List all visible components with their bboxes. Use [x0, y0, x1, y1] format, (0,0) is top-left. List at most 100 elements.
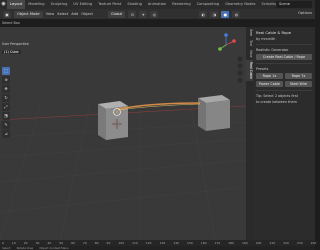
preset-power-cable-button[interactable]: Power Cable — [256, 81, 283, 87]
frame-label: 180 — [228, 241, 234, 245]
tab-tool[interactable]: Tool — [246, 38, 253, 48]
preset-row-1: Rope 1x Rope 7x — [256, 73, 312, 79]
frame-label: 220 — [283, 241, 289, 245]
orientation-selector[interactable]: Global — [107, 10, 126, 18]
tab-geometry-nodes[interactable]: Geometry Nodes — [222, 0, 258, 9]
tab-texture-paint[interactable]: Texture Paint — [95, 0, 124, 9]
tab-view[interactable]: View — [246, 48, 253, 60]
divider — [256, 63, 312, 64]
blender-logo-icon[interactable]: ◉ — [0, 0, 7, 9]
options-menu[interactable]: Options — [298, 11, 312, 15]
status-context-hint: Object Context Menu — [39, 246, 69, 250]
right-cube[interactable] — [198, 95, 230, 131]
viewport-nav-buttons[interactable] — [237, 56, 243, 83]
frame-label: 120 — [145, 241, 152, 245]
tab-shading[interactable]: Shading — [124, 0, 145, 9]
frame-label: 240 — [310, 241, 317, 245]
frame-label: 100 — [118, 241, 125, 245]
menu-view[interactable]: View — [46, 12, 55, 16]
pivot-icon[interactable]: ⊙ — [128, 10, 137, 18]
frame-label: 60 — [71, 241, 75, 245]
frame-label: 30 — [35, 241, 40, 245]
frame-label: 150 — [187, 241, 193, 245]
frame-label: 230 — [296, 241, 303, 245]
tab-compositing[interactable]: Compositing — [194, 0, 223, 9]
mode-selector[interactable]: Object Mode — [14, 10, 43, 18]
navigation-gizmo[interactable] — [218, 33, 236, 51]
generator-label: Realistic Generator — [256, 48, 289, 52]
editor-type-icon[interactable]: ▣ — [3, 10, 11, 18]
select-box-tool[interactable]: Select Box — [2, 21, 20, 25]
active-object-label: (1) Cube — [2, 50, 21, 54]
frame-label: 80 — [94, 241, 99, 245]
frame-label: 70 — [82, 241, 87, 245]
overlay-icon[interactable]: ◑ — [210, 10, 219, 18]
menu-object[interactable]: Object — [81, 12, 93, 16]
divider — [256, 44, 312, 45]
origin-dot — [116, 111, 118, 113]
scale-tool-icon[interactable]: ⤢ — [2, 103, 10, 111]
tool-settings-bar: Select Box — [0, 19, 246, 27]
select-tool-icon[interactable]: ⬚ — [2, 67, 10, 75]
addon-panel: Real Cable & Rope by mrsmith Realistic G… — [253, 27, 315, 240]
frame-label: 130 — [159, 241, 166, 245]
status-rotate-hint: Rotate View — [16, 246, 34, 250]
frame-label: 20 — [23, 241, 28, 245]
tab-rendering[interactable]: Rendering — [169, 0, 193, 9]
frame-label: 210 — [269, 241, 276, 245]
status-select-hint: Select — [2, 246, 11, 250]
tip-text-2: to create between them — [256, 100, 297, 104]
frame-label: 200 — [255, 241, 262, 245]
tool-shelf: ⬚ ⊕ ✥ ↻ ⤢ ⬔ ✎ ⊿ — [2, 67, 10, 139]
presets-label[interactable]: Presets — [256, 67, 312, 71]
viewport-scene — [0, 33, 246, 240]
view-name-label: User Perspective — [2, 42, 29, 46]
rotate-tool-icon[interactable]: ↻ — [2, 94, 10, 102]
panel-author: by mrsmith — [256, 37, 276, 41]
measure-tool-icon[interactable]: ⊿ — [2, 130, 10, 138]
tab-uv-editing[interactable]: UV Editing — [70, 0, 95, 9]
frame-label: 0 — [2, 241, 4, 245]
shading-solid-icon[interactable]: ● — [221, 10, 230, 18]
proportional-icon[interactable]: ◎ — [150, 10, 159, 18]
preset-steel-wire-button[interactable]: Steel Wire — [285, 81, 312, 87]
tab-layout[interactable]: Layout — [7, 0, 26, 9]
preset-rope-1x-button[interactable]: Rope 1x — [256, 73, 283, 79]
frame-label: 10 — [11, 241, 16, 245]
frame-label: 140 — [173, 241, 180, 245]
frame-label: 90 — [106, 241, 111, 245]
frame-label: 50 — [59, 241, 64, 245]
shading-material-icon[interactable]: ◍ — [232, 10, 241, 18]
move-tool-icon[interactable]: ✥ — [2, 85, 10, 93]
annotate-tool-icon[interactable]: ✎ — [2, 121, 10, 129]
menu-select[interactable]: Select — [57, 12, 68, 16]
frame-label: 110 — [132, 241, 138, 245]
frame-label: 160 — [200, 241, 207, 245]
3d-viewport[interactable]: User Perspective (1) Cube ⬚ ⊕ ✥ ↻ ⤢ ⬔ ✎ … — [0, 27, 246, 240]
frame-label: 190 — [241, 241, 248, 245]
panel-title[interactable]: Real Cable & Rope — [256, 30, 312, 35]
divider — [256, 90, 312, 91]
create-cable-button[interactable]: Create Real Cable / Rope — [256, 54, 312, 60]
scene-selector[interactable]: Scene — [276, 1, 312, 8]
left-cube[interactable] — [98, 101, 128, 140]
visibility-icon[interactable]: ◐ — [199, 10, 208, 18]
tab-item[interactable]: Item — [246, 27, 253, 38]
workspace-bar: ◉ Layout Modeling Sculpting UV Editing T… — [0, 0, 315, 9]
frame-label: 170 — [214, 241, 221, 245]
menu-add[interactable]: Add — [71, 12, 78, 16]
preset-rope-7x-button[interactable]: Rope 7x — [285, 73, 312, 79]
tab-real-cable[interactable]: Real Cable — [246, 60, 253, 81]
transform-tool-icon[interactable]: ⬔ — [2, 112, 10, 120]
sidebar-tabs: Item Tool View Real Cable — [246, 27, 253, 240]
preset-row-2: Power Cable Steel Wire — [256, 81, 312, 87]
status-bar: Select Rotate View Object Context Menu — [0, 246, 315, 250]
tab-animation[interactable]: Animation — [145, 0, 169, 9]
cursor-tool-icon[interactable]: ⊕ — [2, 76, 10, 84]
tip-text: Tip: Select 2 objects first — [256, 94, 298, 98]
snap-icon[interactable]: ⌖ — [139, 10, 148, 18]
frame-label: 40 — [47, 241, 52, 245]
viewport-header: ▣ Object Mode View Select Add Object Glo… — [0, 9, 315, 19]
tab-modeling[interactable]: Modeling — [25, 0, 47, 9]
tab-sculpting[interactable]: Sculpting — [48, 0, 71, 9]
